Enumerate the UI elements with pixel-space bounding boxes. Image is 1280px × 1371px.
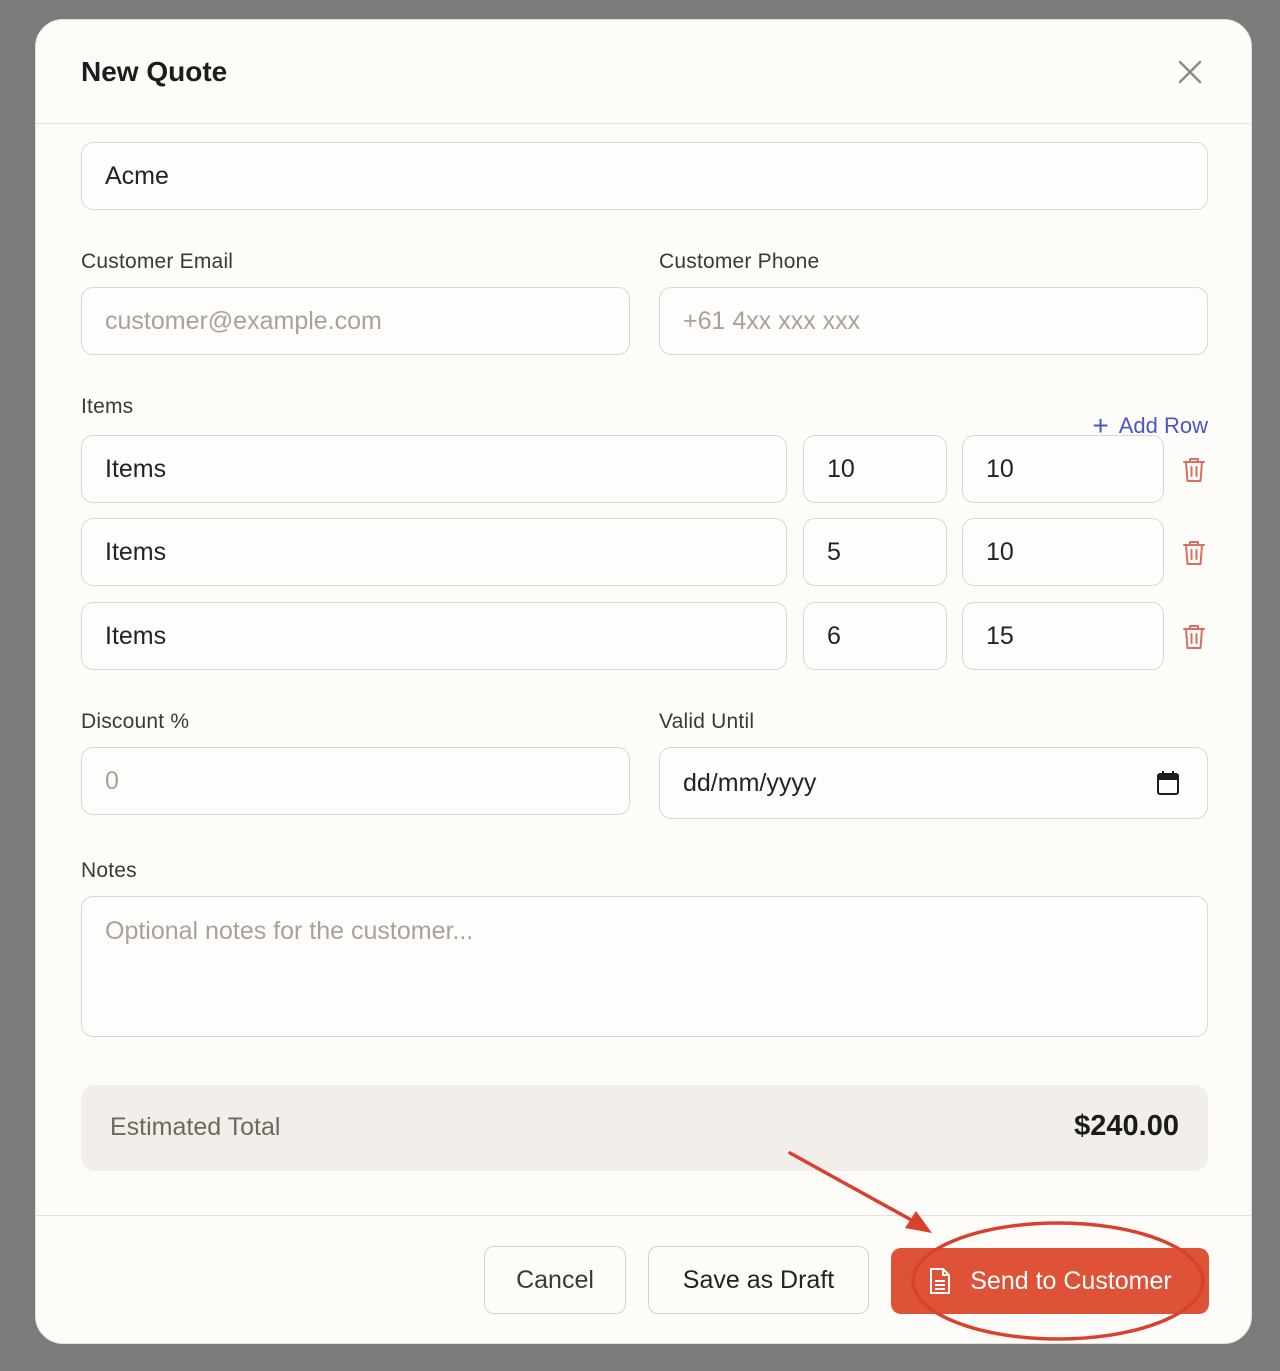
item-quantity-input[interactable]: 10 (803, 435, 947, 503)
item-description-value: Items (105, 454, 167, 483)
send-to-customer-button[interactable]: Send to Customer (891, 1248, 1209, 1314)
customer-email-input[interactable]: customer@example.com (81, 287, 630, 355)
estimated-total-value: $240.00 (1074, 1110, 1179, 1142)
item-description-value: Items (105, 621, 167, 650)
item-quantity-value: 6 (827, 621, 841, 650)
item-quantity-value: 10 (827, 454, 855, 483)
discount-input[interactable]: 0 (81, 747, 630, 815)
valid-until-date-input[interactable]: dd/mm/yyyy (659, 747, 1208, 819)
customer-email-label: Customer Email (81, 250, 234, 273)
dialog-title: New Quote (81, 56, 228, 87)
save-as-draft-button[interactable]: Save as Draft (648, 1246, 869, 1314)
item-description-input[interactable]: Items (81, 518, 787, 586)
item-description-input[interactable]: Items (81, 602, 787, 670)
delete-row-button[interactable] (1181, 622, 1207, 652)
items-label: Items (81, 395, 134, 418)
item-price-value: 15 (986, 621, 1014, 650)
new-quote-dialog: New Quote Acme Customer Email Customer P… (35, 19, 1252, 1344)
item-description-input[interactable]: Items (81, 435, 787, 503)
send-to-customer-label: Send to Customer (970, 1266, 1172, 1295)
cancel-button-label: Cancel (516, 1265, 594, 1294)
trash-icon (1183, 458, 1205, 482)
estimated-total-label: Estimated Total (110, 1113, 281, 1141)
customer-email-placeholder: customer@example.com (105, 306, 382, 335)
item-quantity-value: 5 (827, 537, 841, 566)
item-price-input[interactable]: 10 (962, 435, 1164, 503)
trash-icon (1183, 541, 1205, 565)
footer-divider (36, 1215, 1251, 1216)
item-quantity-input[interactable]: 6 (803, 602, 947, 670)
item-quantity-input[interactable]: 5 (803, 518, 947, 586)
item-price-input[interactable]: 10 (962, 518, 1164, 586)
close-icon (1178, 60, 1202, 84)
customer-phone-input[interactable]: +61 4xx xxx xxx (659, 287, 1208, 355)
valid-until-label: Valid Until (659, 710, 755, 733)
item-price-value: 10 (986, 537, 1014, 566)
notes-textarea[interactable]: Optional notes for the customer... (81, 896, 1208, 1037)
notes-label: Notes (81, 859, 137, 882)
delete-row-button[interactable] (1181, 538, 1207, 568)
notes-placeholder: Optional notes for the customer... (105, 917, 474, 945)
dialog-header: New Quote (36, 20, 1251, 124)
valid-until-value: dd/mm/yyyy (683, 768, 817, 797)
item-price-value: 10 (986, 454, 1014, 483)
customer-phone-placeholder: +61 4xx xxx xxx (683, 306, 861, 335)
calendar-icon[interactable] (1156, 770, 1180, 796)
delete-row-button[interactable] (1181, 455, 1207, 485)
item-price-input[interactable]: 15 (962, 602, 1164, 670)
document-icon (930, 1268, 951, 1294)
trash-icon (1183, 625, 1205, 649)
save-as-draft-label: Save as Draft (682, 1265, 835, 1294)
discount-label: Discount % (81, 710, 190, 733)
discount-placeholder: 0 (105, 766, 119, 795)
customer-phone-label: Customer Phone (659, 250, 820, 273)
estimated-total-panel: Estimated Total $240.00 (81, 1085, 1208, 1171)
customer-name-value: Acme (105, 161, 169, 190)
cancel-button[interactable]: Cancel (484, 1246, 626, 1314)
customer-name-input[interactable]: Acme (81, 142, 1208, 210)
item-description-value: Items (105, 537, 167, 566)
close-button[interactable] (1172, 54, 1208, 90)
